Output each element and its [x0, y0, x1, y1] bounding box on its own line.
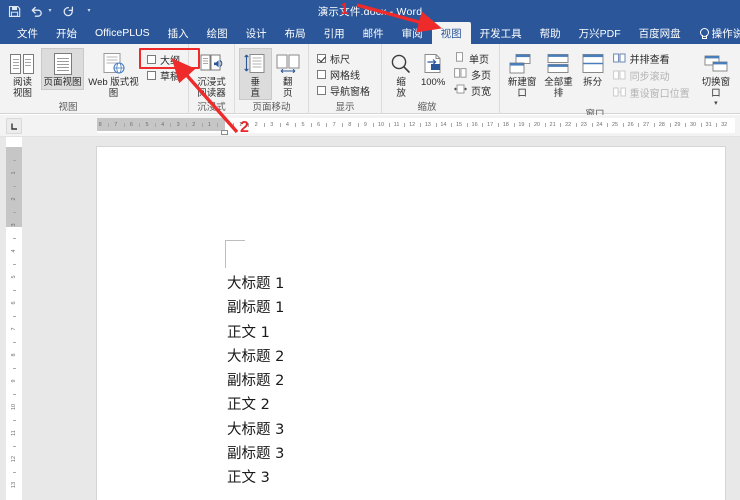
annotation-arrows: [171, 3, 442, 134]
word-application-window: 演示文件.docx - Word ▾ ▾ 文件 开始 OfficePLUS 插入…: [0, 0, 740, 500]
annotation-arrow-1: [356, 3, 442, 33]
annotation-arrow-2: [171, 58, 239, 134]
annotation-number-1: 1: [340, 1, 349, 18]
annotation-number-2: 2: [240, 119, 249, 136]
outline-draft-highlight-box: [139, 48, 200, 69]
